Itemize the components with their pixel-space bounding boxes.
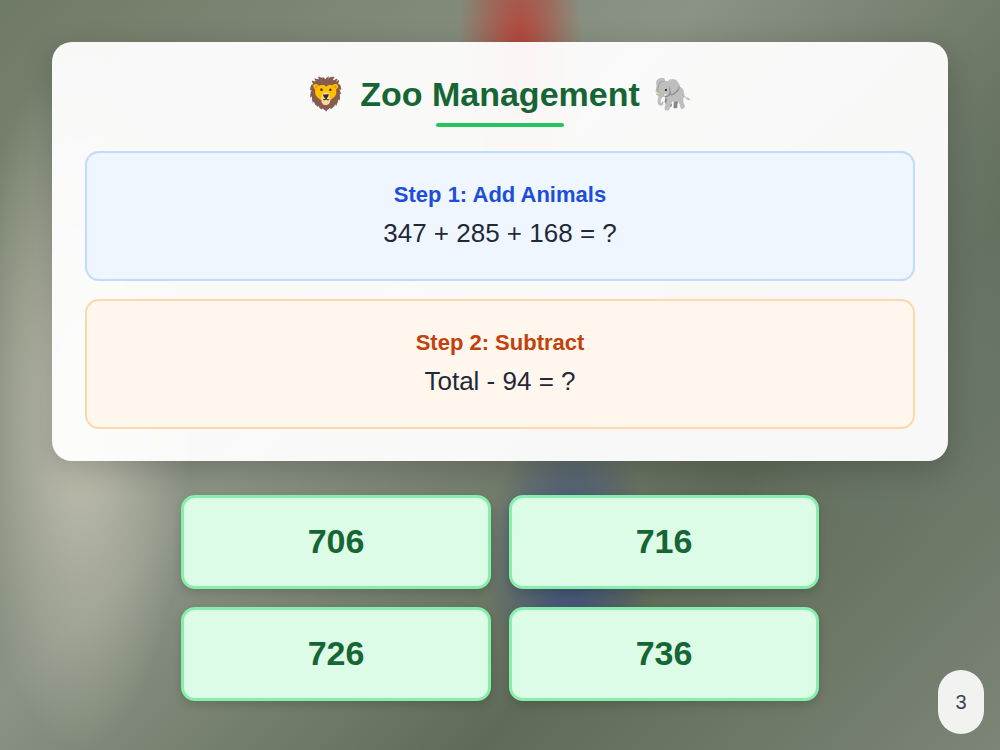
step-label: Step 2: Subtract xyxy=(416,330,585,356)
answer-button[interactable]: 736 xyxy=(509,607,819,701)
title-underline xyxy=(436,123,564,127)
title-text: Zoo Management xyxy=(360,74,640,115)
answer-button[interactable]: 716 xyxy=(509,495,819,589)
answer-grid: 706716726736 xyxy=(181,495,819,701)
page-number: 3 xyxy=(938,670,984,734)
question-card: 🦁 Zoo Management 🐘 Step 1: Add Animals 347 +… xyxy=(52,42,948,461)
step-box: Step 2: Subtract Total - 94 = ? xyxy=(85,299,915,429)
step-box: Step 1: Add Animals 347 + 285 + 168 = ? xyxy=(85,151,915,281)
lion-icon: 🦁 xyxy=(306,75,346,113)
answer-button[interactable]: 706 xyxy=(181,495,491,589)
step-label: Step 1: Add Animals xyxy=(394,182,606,208)
answer-button[interactable]: 726 xyxy=(181,607,491,701)
background-photo: 🦁 Zoo Management 🐘 Step 1: Add Animals 347 +… xyxy=(0,0,1000,750)
elephant-icon: 🐘 xyxy=(654,75,694,113)
step-equation: Total - 94 = ? xyxy=(424,366,575,397)
step-equation: 347 + 285 + 168 = ? xyxy=(383,218,617,249)
title: 🦁 Zoo Management 🐘 xyxy=(306,74,693,115)
